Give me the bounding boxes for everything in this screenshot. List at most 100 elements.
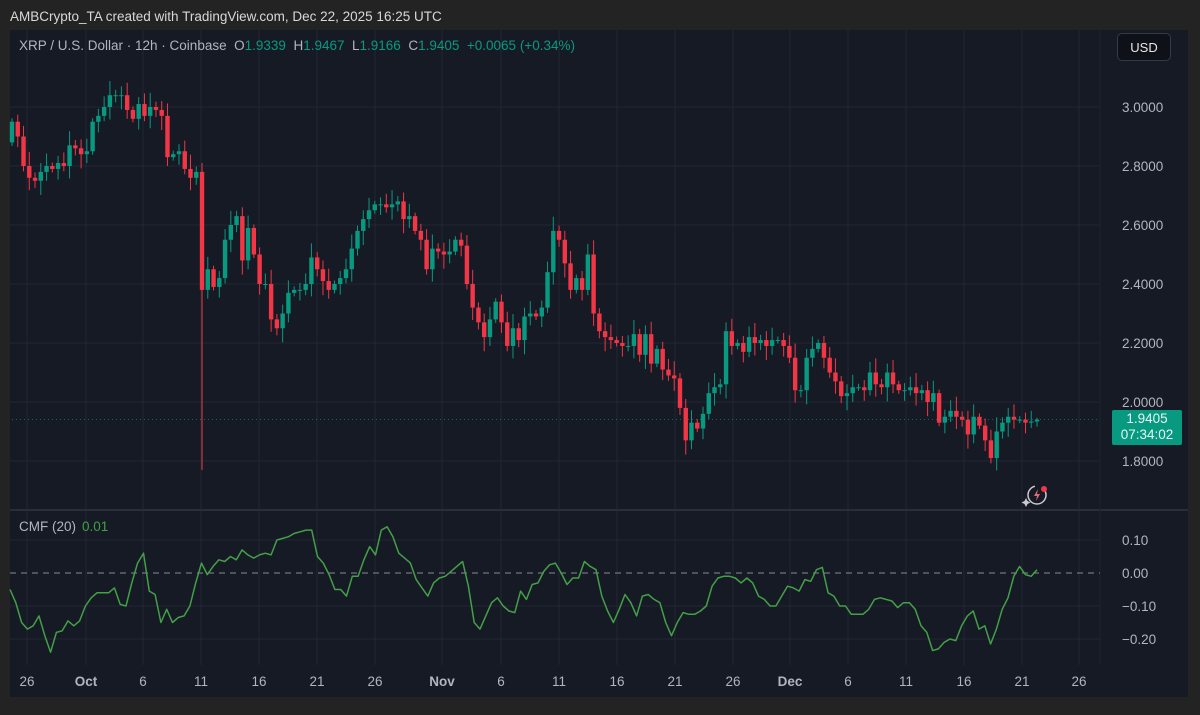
- x-tick-label: 6: [844, 674, 852, 689]
- candle-body: [614, 340, 619, 343]
- candle: [516, 322, 521, 348]
- candle-body: [228, 225, 234, 240]
- candle-body: [67, 145, 72, 166]
- candle-body: [597, 313, 602, 332]
- candle-body: [591, 254, 596, 314]
- candle: [994, 417, 999, 471]
- candle: [412, 212, 418, 235]
- candle-body: [326, 281, 331, 290]
- candle-body: [107, 95, 113, 107]
- candle-body: [401, 201, 406, 220]
- candle-body: [752, 337, 758, 343]
- candle-body: [574, 278, 579, 290]
- candle: [562, 230, 568, 278]
- candle: [424, 229, 429, 275]
- candle: [545, 261, 550, 313]
- candle: [171, 150, 176, 161]
- chart-canvas[interactable]: 26 Oct 6 11 16 21 26 Nov 6 11 16 21 26 Dec 6 11 16 21 26 3.…: [0, 0, 1200, 715]
- candle-body: [130, 109, 136, 119]
- price-tick-label: 2.0000: [1122, 395, 1163, 410]
- open-value: 1.9339: [244, 38, 286, 53]
- candle: [718, 378, 723, 395]
- candle: [96, 108, 101, 133]
- lightning-alert-icon[interactable]: [1021, 485, 1048, 507]
- candle-body: [821, 343, 827, 358]
- x-tick-label: Dec: [778, 674, 803, 689]
- candle: [856, 383, 861, 391]
- candle-body: [850, 387, 855, 394]
- candle: [614, 336, 619, 347]
- candle: [361, 210, 366, 246]
- symbol-title[interactable]: XRP / U.S. Dollar · 12h · Coinbase: [19, 38, 227, 53]
- candle: [90, 118, 95, 155]
- candle: [689, 410, 694, 450]
- candle-body: [424, 239, 429, 270]
- candle: [297, 282, 303, 301]
- candle: [746, 326, 752, 358]
- candle: [366, 197, 372, 228]
- candle: [551, 216, 556, 285]
- candle-body: [372, 204, 377, 211]
- candle: [165, 103, 170, 166]
- candle-body: [683, 407, 688, 441]
- candle-body: [188, 168, 193, 178]
- candle: [631, 319, 637, 359]
- candle-body: [533, 313, 539, 317]
- candle-body: [568, 263, 573, 290]
- candle: [660, 341, 665, 381]
- candle-body: [637, 334, 642, 355]
- candle-body: [723, 331, 729, 385]
- candle-body: [211, 269, 216, 287]
- candle: [556, 225, 562, 247]
- candle: [982, 418, 988, 451]
- candle-body: [159, 109, 164, 116]
- candle-body: [775, 340, 781, 342]
- candle-body: [291, 289, 297, 293]
- candle-body: [493, 301, 498, 320]
- candle: [188, 154, 193, 191]
- candle: [314, 252, 320, 277]
- candle-body: [349, 248, 354, 270]
- candle-body: [764, 340, 769, 346]
- candle: [124, 82, 130, 119]
- candle-body: [602, 331, 608, 338]
- candle: [844, 384, 850, 411]
- cmf-legend[interactable]: CMF (20) 0.01: [19, 519, 108, 534]
- candle: [194, 166, 199, 185]
- candle: [533, 309, 539, 320]
- candle-body: [113, 95, 118, 97]
- candle: [176, 144, 182, 165]
- candle: [942, 409, 948, 434]
- candle: [245, 215, 251, 270]
- candle: [418, 223, 424, 251]
- candle-body: [1029, 421, 1034, 423]
- candle: [464, 235, 470, 290]
- candle: [505, 311, 510, 352]
- candle-body: [384, 204, 389, 208]
- candlestick-series: [9, 81, 1100, 471]
- candle: [332, 280, 337, 294]
- candle: [453, 236, 458, 256]
- candle: [27, 151, 32, 191]
- candle: [291, 286, 297, 297]
- candle-body: [741, 343, 746, 352]
- currency-button[interactable]: USD: [1117, 33, 1171, 61]
- candle: [274, 314, 280, 336]
- candle-body: [706, 393, 711, 414]
- candle-body: [695, 422, 700, 429]
- candle: [136, 96, 141, 130]
- candle-body: [222, 239, 228, 279]
- candle: [280, 304, 285, 343]
- candle: [481, 313, 487, 352]
- candle-body: [925, 390, 930, 402]
- x-tick-label: 11: [552, 674, 566, 689]
- candle-body: [528, 313, 533, 317]
- candle: [568, 250, 573, 299]
- x-tick-label: 26: [367, 674, 382, 689]
- candle-body: [119, 95, 124, 97]
- candle-body: [931, 393, 936, 402]
- open-label: O: [234, 38, 245, 53]
- candle: [695, 419, 700, 433]
- candle: [251, 224, 257, 259]
- candle-body: [505, 322, 510, 346]
